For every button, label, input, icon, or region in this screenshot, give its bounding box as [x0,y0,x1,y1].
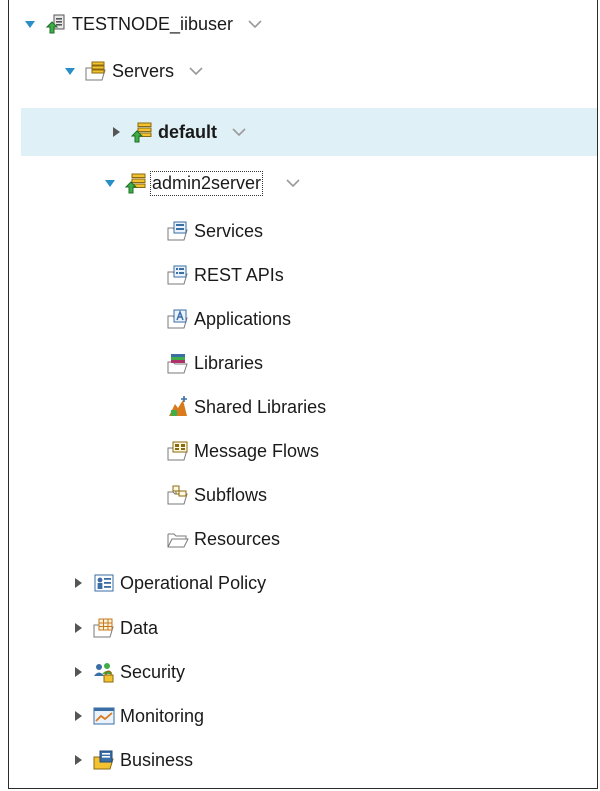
tree-item-label: Message Flows [194,440,320,461]
collapse-arrow-icon[interactable] [103,176,117,190]
tree-item-label: admin2server [149,170,264,196]
tree-item-label: Services [194,220,264,241]
tree-item-resources[interactable]: Resources [167,519,597,559]
chevron-down-icon[interactable] [247,18,263,30]
tree-item-server-default[interactable]: default [21,108,597,156]
rest-apis-icon [167,264,189,286]
integration-server-icon [130,121,153,143]
expand-arrow-icon[interactable] [71,621,85,635]
tree-item-label: Resources [194,528,281,549]
tree-item-label: Data [120,617,159,638]
collapse-arrow-icon[interactable] [63,64,77,78]
business-icon [93,749,115,771]
libraries-icon [167,352,189,374]
chevron-down-icon[interactable] [285,177,301,189]
tree-item-server-admin2server[interactable]: admin2server [103,163,597,203]
tree-item-label: Monitoring [120,705,205,726]
integration-server-icon [124,172,147,194]
expand-arrow-icon[interactable] [71,709,85,723]
resources-folder-icon [167,528,189,550]
expand-arrow-icon[interactable] [109,125,123,139]
tree-item-label: Libraries [194,352,264,373]
subflows-icon [167,484,189,506]
operational-policy-icon [93,572,115,594]
tree-item-applications[interactable]: Applications [167,299,597,339]
expand-arrow-icon[interactable] [71,753,85,767]
tree-item-subflows[interactable]: Subflows [167,475,597,515]
tree-item-label: REST APIs [194,264,284,285]
tree-item-label: Applications [194,308,292,329]
tree-item-label: default [158,121,218,142]
tree-item-operational-policy[interactable]: Operational Policy [71,563,597,603]
services-icon [167,220,189,242]
expand-arrow-icon[interactable] [71,665,85,679]
chevron-down-icon[interactable] [231,126,247,138]
tree-item-label: Operational Policy [120,572,267,593]
chevron-down-icon[interactable] [188,65,204,77]
tree-item-services[interactable]: Services [167,211,597,251]
tree-item-monitoring[interactable]: Monitoring [71,696,597,736]
tree-item-business[interactable]: Business [71,740,597,780]
tree-item-security[interactable]: Security [71,652,597,692]
tree-item-rest-apis[interactable]: REST APIs [167,255,597,295]
shared-libraries-icon [167,396,189,418]
monitoring-icon [93,705,115,727]
tree-item-label: TESTNODE_iibuser [72,13,234,34]
data-icon [93,617,115,639]
tree-item-label: Servers [112,60,175,81]
tree-item-data[interactable]: Data [71,608,597,648]
applications-icon [167,308,189,330]
security-icon [93,661,115,683]
tree-item-servers[interactable]: Servers [63,51,597,91]
servers-folder-icon [85,60,107,82]
collapse-arrow-icon[interactable] [23,17,37,31]
tree-item-label: Business [120,749,194,770]
tree-item-label: Subflows [194,484,268,505]
tree-item-shared-libraries[interactable]: Shared Libraries [167,387,597,427]
tree-item-libraries[interactable]: Libraries [167,343,597,383]
navigator-panel: TESTNODE_iibuser Servers default admin2s… [8,0,598,789]
tree-item-message-flows[interactable]: Message Flows [167,431,597,471]
tree-item-integration-node[interactable]: TESTNODE_iibuser [23,4,597,44]
tree-item-label: Shared Libraries [194,396,327,417]
message-flows-icon [167,440,189,462]
tree-item-label: Security [120,661,186,682]
expand-arrow-icon[interactable] [71,576,85,590]
integration-node-icon [45,13,67,35]
